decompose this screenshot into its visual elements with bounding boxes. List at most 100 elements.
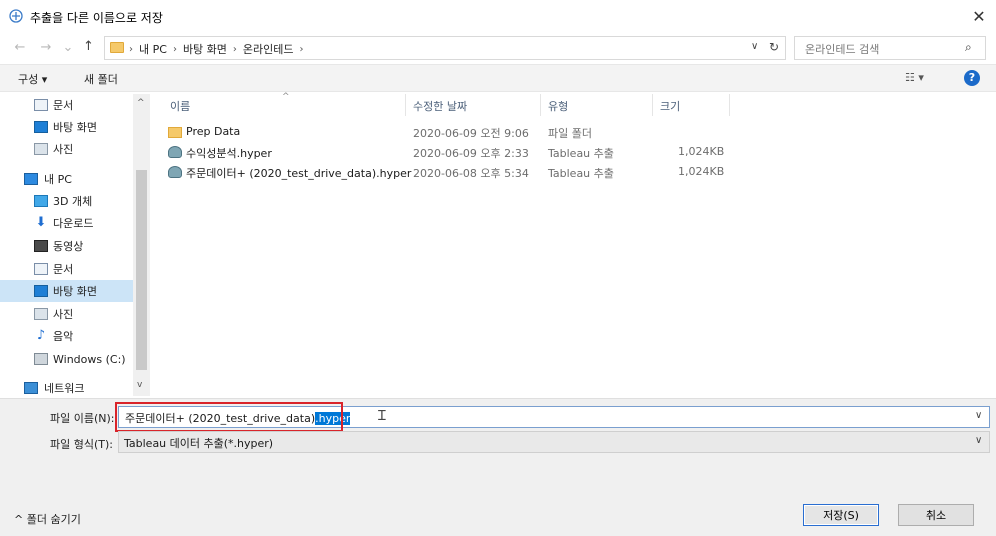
this-pc-icon bbox=[24, 173, 38, 185]
sidebar-item-documents[interactable]: 문서 bbox=[0, 94, 133, 116]
cancel-button[interactable]: 취소 bbox=[898, 504, 974, 526]
close-button[interactable]: ✕ bbox=[966, 4, 992, 28]
search-input[interactable]: 온라인테드 검색 ⌕ bbox=[794, 36, 986, 60]
filetype-label: 파일 형식(T): bbox=[50, 438, 113, 451]
breadcrumb: › 내 PC › 바탕 화면 › 온라인테드 › bbox=[129, 41, 304, 57]
sidebar-item-label: 바탕 화면 bbox=[53, 285, 97, 298]
sort-ascending-icon: ^ bbox=[282, 92, 290, 102]
sidebar-item-windows-drive[interactable]: Windows (C:) bbox=[0, 348, 133, 370]
sidebar-item-desktop[interactable]: 바탕 화면 bbox=[0, 116, 133, 138]
sidebar-item-label: 다운로드 bbox=[53, 217, 94, 230]
sidebar-item-videos[interactable]: 동영상 bbox=[0, 235, 133, 257]
sidebar-item-music[interactable]: ♪ 음악 bbox=[0, 325, 133, 347]
document-icon bbox=[34, 99, 48, 111]
scroll-down-icon[interactable]: v bbox=[137, 380, 142, 390]
column-header-type[interactable]: 유형 bbox=[548, 98, 568, 114]
chevron-down-icon[interactable]: ∨ bbox=[975, 410, 982, 421]
up-button[interactable]: ↑ bbox=[83, 39, 94, 54]
network-icon bbox=[24, 382, 38, 394]
file-type: Tableau 추출 bbox=[548, 147, 614, 160]
filetype-select[interactable]: Tableau 데이터 추출(*.hyper) ∨ bbox=[118, 431, 990, 453]
breadcrumb-item[interactable]: 바탕 화면 bbox=[183, 41, 227, 57]
sidebar-item-documents[interactable]: 문서 bbox=[0, 258, 133, 280]
scroll-up-icon[interactable]: ^ bbox=[137, 98, 145, 108]
address-bar[interactable]: › 내 PC › 바탕 화면 › 온라인테드 › ∨ ↻ bbox=[104, 36, 786, 60]
sidebar-item-pictures[interactable]: 사진 bbox=[0, 303, 133, 325]
sidebar-item-label: 문서 bbox=[53, 263, 74, 276]
sidebar-item-pictures[interactable]: 사진 bbox=[0, 138, 133, 160]
column-divider[interactable] bbox=[405, 94, 406, 116]
navigation-row: ← → ⌄ ↑ › 내 PC › 바탕 화면 › 온라인테드 › ∨ ↻ 온라인… bbox=[0, 34, 996, 62]
column-header-size[interactable]: 크기 bbox=[660, 98, 680, 114]
file-modified: 2020-06-09 오후 2:33 bbox=[413, 147, 529, 160]
save-form: 파일 이름(N): 주문데이터+ (2020_test_drive_data).… bbox=[0, 398, 996, 536]
help-icon[interactable]: ? bbox=[964, 70, 980, 86]
back-button[interactable]: ← bbox=[12, 40, 28, 55]
window-title: 추출을 다른 이름으로 저장 bbox=[30, 11, 163, 25]
document-icon bbox=[34, 263, 48, 275]
breadcrumb-separator-icon[interactable]: › bbox=[173, 44, 177, 55]
save-button[interactable]: 저장(S) bbox=[803, 504, 879, 526]
sidebar-item-label: 사진 bbox=[53, 143, 74, 156]
title-bar: 추출을 다른 이름으로 저장 ✕ bbox=[0, 0, 996, 32]
view-options-button[interactable]: ☷ ▾ bbox=[905, 71, 924, 84]
sidebar-item-label: 사진 bbox=[53, 308, 74, 321]
tableau-app-icon bbox=[9, 9, 23, 23]
breadcrumb-separator-icon[interactable]: › bbox=[233, 44, 237, 55]
breadcrumb-separator-icon[interactable]: › bbox=[129, 44, 133, 55]
file-list: 이름 ^ 수정한 날짜 유형 크기 Prep Data 2020-06-09 오… bbox=[152, 92, 994, 396]
file-size: 1,024KB bbox=[678, 145, 725, 158]
pictures-icon bbox=[34, 143, 48, 155]
folder-icon bbox=[168, 127, 182, 138]
file-modified: 2020-06-09 오전 9:06 bbox=[413, 127, 529, 140]
text-cursor-icon: Ɪ bbox=[378, 408, 386, 424]
file-modified: 2020-06-08 오후 5:34 bbox=[413, 167, 529, 180]
chevron-down-icon[interactable]: ∨ bbox=[751, 41, 758, 52]
breadcrumb-separator-icon[interactable]: › bbox=[300, 44, 304, 55]
breadcrumb-item[interactable]: 온라인테드 bbox=[243, 41, 294, 57]
sidebar-item-3d-objects[interactable]: 3D 개체 bbox=[0, 190, 133, 212]
sidebar-item-label: 바탕 화면 bbox=[53, 121, 97, 134]
file-row[interactable]: 주문데이터+ (2020_test_drive_data).hyper 2020… bbox=[164, 162, 744, 182]
sidebar-item-this-pc[interactable]: 내 PC bbox=[0, 168, 133, 190]
column-divider[interactable] bbox=[540, 94, 541, 116]
forward-button[interactable]: → bbox=[38, 40, 54, 55]
file-type: 파일 폴더 bbox=[548, 127, 592, 140]
filetype-value: Tableau 데이터 추출(*.hyper) bbox=[124, 437, 274, 450]
file-name: Prep Data bbox=[186, 125, 241, 138]
navigation-pane: 문서 바탕 화면 사진 내 PC 3D 개체 ⬇ 다운로드 동영상 문서 바탕 … bbox=[0, 94, 150, 396]
sidebar-item-label: 3D 개체 bbox=[53, 195, 93, 208]
refresh-icon[interactable]: ↻ bbox=[769, 40, 779, 54]
column-divider[interactable] bbox=[729, 94, 730, 116]
sidebar-item-label: 네트워크 bbox=[44, 382, 85, 395]
column-header-modified[interactable]: 수정한 날짜 bbox=[413, 98, 467, 114]
column-divider[interactable] bbox=[652, 94, 653, 116]
hide-folders-button[interactable]: ^ 폴더 숨기기 bbox=[14, 511, 81, 527]
filename-label: 파일 이름(N): bbox=[50, 412, 115, 425]
file-row[interactable]: 수익성분석.hyper 2020-06-09 오후 2:33 Tableau 추… bbox=[164, 142, 744, 162]
new-folder-button[interactable]: 새 폴더 bbox=[84, 71, 118, 87]
desktop-icon bbox=[34, 121, 48, 133]
breadcrumb-item[interactable]: 내 PC bbox=[139, 41, 167, 57]
3d-objects-icon bbox=[34, 195, 48, 207]
recent-locations-button[interactable]: ⌄ bbox=[60, 40, 76, 55]
sidebar-item-desktop[interactable]: 바탕 화면 bbox=[0, 280, 133, 302]
hyper-file-icon bbox=[168, 166, 182, 178]
chevron-down-icon[interactable]: ∨ bbox=[975, 435, 982, 446]
sidebar-item-label: Windows (C:) bbox=[53, 352, 126, 366]
hyper-file-icon bbox=[168, 146, 182, 158]
sidebar-item-downloads[interactable]: ⬇ 다운로드 bbox=[0, 212, 133, 234]
column-header-name[interactable]: 이름 bbox=[170, 98, 190, 114]
file-row[interactable]: Prep Data 2020-06-09 오전 9:06 파일 폴더 bbox=[164, 122, 744, 142]
folder-icon bbox=[110, 42, 124, 53]
search-icon[interactable]: ⌕ bbox=[965, 40, 972, 55]
music-icon: ♪ bbox=[36, 328, 46, 343]
sidebar-item-label: 음악 bbox=[53, 330, 74, 343]
sidebar-item-network[interactable]: 네트워크 bbox=[0, 377, 133, 399]
command-toolbar: 구성 ▾ 새 폴더 ☷ ▾ ? bbox=[0, 64, 996, 92]
sidebar-scrollbar-thumb[interactable] bbox=[136, 170, 147, 370]
organize-button[interactable]: 구성 ▾ bbox=[18, 71, 47, 87]
pictures-icon bbox=[34, 308, 48, 320]
sidebar-item-label: 문서 bbox=[53, 99, 74, 112]
drive-icon bbox=[34, 353, 48, 365]
